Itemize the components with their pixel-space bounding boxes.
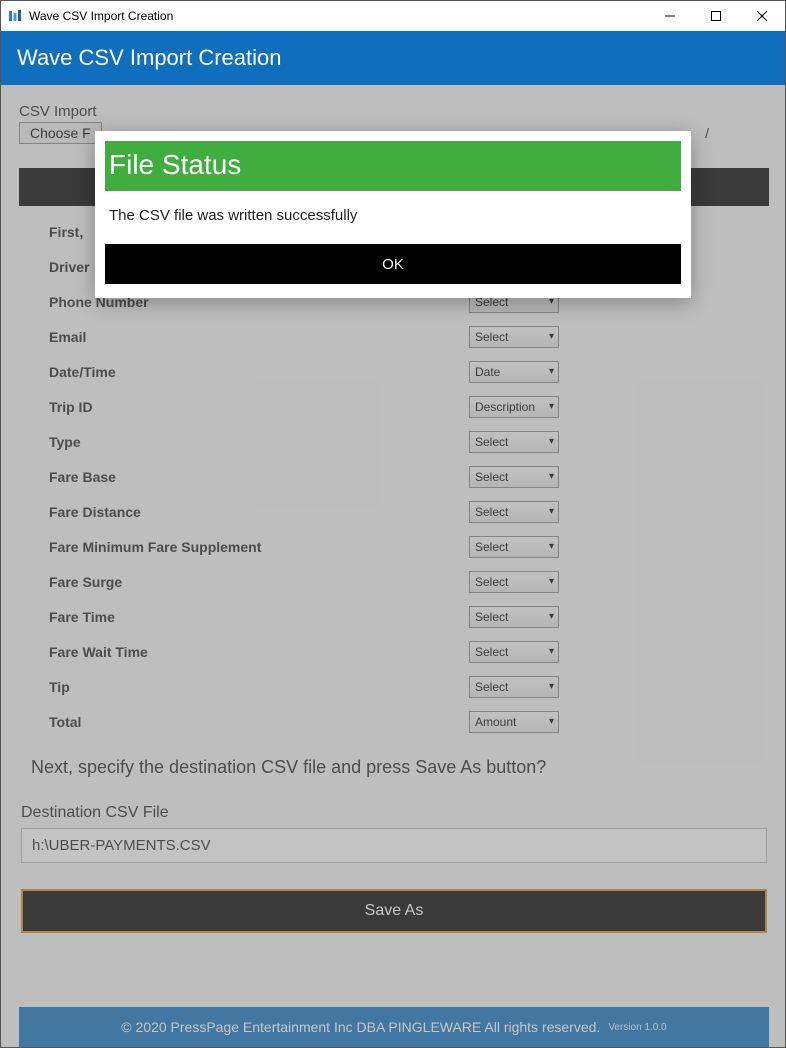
app-header: Wave CSV Import Creation — [1, 31, 785, 85]
client-area: CSV Import Choose F / First, DriverPhone… — [1, 85, 785, 1047]
app-header-title: Wave CSV Import Creation — [17, 45, 282, 70]
maximize-button[interactable] — [693, 1, 739, 31]
dialog-title: File Status — [105, 141, 681, 191]
title-bar: Wave CSV Import Creation — [1, 1, 785, 31]
dialog-ok-button[interactable]: OK — [105, 244, 681, 284]
app-window: Wave CSV Import Creation Wave CSV Import… — [0, 0, 786, 1048]
window-title: Wave CSV Import Creation — [29, 9, 173, 23]
modal-overlay: File Status The CSV file was written suc… — [1, 85, 785, 1047]
minimize-button[interactable] — [647, 1, 693, 31]
file-status-dialog: File Status The CSV file was written suc… — [95, 131, 691, 298]
close-button[interactable] — [739, 1, 785, 31]
dialog-message: The CSV file was written successfully — [95, 191, 691, 244]
window-controls — [647, 1, 785, 31]
app-icon — [7, 8, 23, 24]
